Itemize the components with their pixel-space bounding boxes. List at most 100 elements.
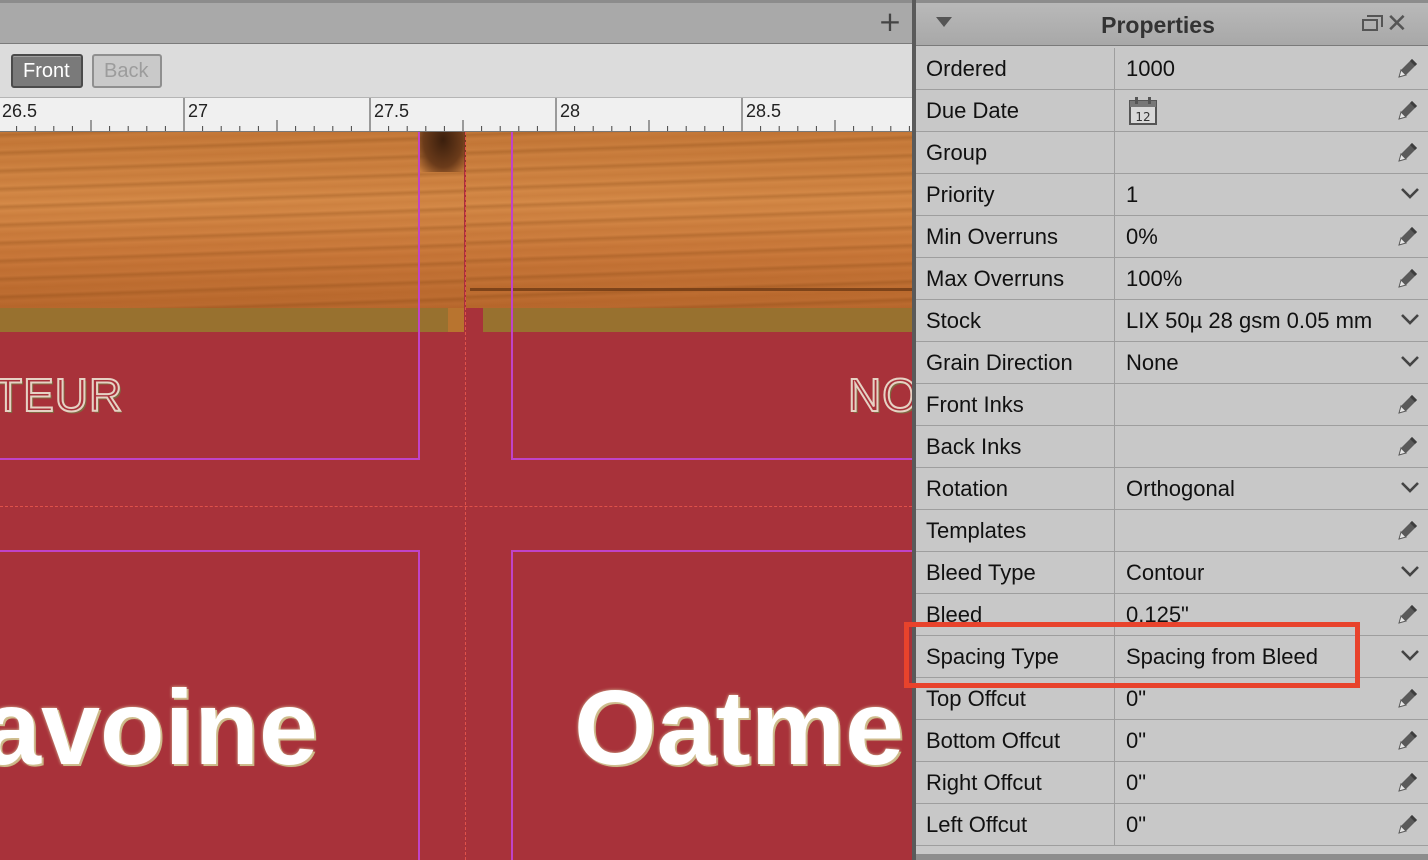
card-top-right[interactable] <box>511 132 912 460</box>
property-row-priority[interactable]: Priority 1 <box>916 174 1428 216</box>
chevron-down-icon[interactable] <box>1400 564 1420 578</box>
column-divider <box>1114 678 1115 719</box>
property-name: Due Date <box>926 98 1019 123</box>
column-divider <box>1114 468 1115 509</box>
property-name: Front Inks <box>926 392 1024 417</box>
pencil-edit-icon[interactable] <box>1396 434 1420 458</box>
pencil-edit-icon[interactable] <box>1396 812 1420 836</box>
column-divider <box>1114 216 1115 257</box>
chevron-down-icon[interactable] <box>1400 480 1420 494</box>
property-value[interactable]: Contour <box>1126 560 1204 586</box>
property-name: Back Inks <box>926 434 1022 459</box>
column-divider <box>1114 594 1115 635</box>
property-row-left-offcut[interactable]: Left Offcut 0" <box>916 804 1428 846</box>
property-value[interactable]: 0% <box>1126 224 1158 250</box>
property-name: Bottom Offcut <box>926 728 1061 753</box>
property-row-right-offcut[interactable]: Right Offcut 0" <box>916 762 1428 804</box>
property-name: Group <box>926 140 988 165</box>
property-name: Bleed <box>926 602 983 627</box>
pencil-edit-icon[interactable] <box>1396 728 1420 752</box>
strip-gap <box>448 308 464 332</box>
property-row-max-overruns[interactable]: Max Overruns 100% <box>916 258 1428 300</box>
property-row-top-offcut[interactable]: Top Offcut 0" <box>916 678 1428 720</box>
layout-canvas[interactable]: TEUR NO avoine Oatme <box>0 132 912 860</box>
pencil-edit-icon[interactable] <box>1396 770 1420 794</box>
property-name: Max Overruns <box>926 266 1065 291</box>
calendar-icon[interactable]: 12 <box>1128 96 1158 126</box>
property-value[interactable]: 0" <box>1126 770 1146 796</box>
property-name: Priority <box>926 182 995 207</box>
property-row-stock[interactable]: Stock LIX 50µ 28 gsm 0.05 mm <box>916 300 1428 342</box>
property-name: Right Offcut <box>926 770 1042 795</box>
pencil-edit-icon[interactable] <box>1396 518 1420 542</box>
property-row-front-inks[interactable]: Front Inks <box>916 384 1428 426</box>
property-row-group[interactable]: Group <box>916 132 1428 174</box>
property-row-grain-direction[interactable]: Grain Direction None <box>916 342 1428 384</box>
property-row-rotation[interactable]: Rotation Orthogonal <box>916 468 1428 510</box>
property-value[interactable]: Spacing from Bleed <box>1126 644 1318 670</box>
column-divider <box>1114 48 1115 89</box>
card-bottom-left[interactable] <box>0 550 420 860</box>
card-bottom-right[interactable] <box>511 550 912 860</box>
pencil-edit-icon[interactable] <box>1396 602 1420 626</box>
document-panel: + Front Back 26.5 27 27.5 28 28.5 TEUR NO av… <box>0 0 912 860</box>
ruler-label: 27 <box>188 101 208 121</box>
property-value[interactable]: 1000 <box>1126 56 1175 82</box>
card-top-left[interactable] <box>0 132 420 460</box>
pencil-edit-icon[interactable] <box>1396 98 1420 122</box>
property-value[interactable]: 0" <box>1126 686 1146 712</box>
pencil-edit-icon[interactable] <box>1396 140 1420 164</box>
property-row-min-overruns[interactable]: Min Overruns 0% <box>916 216 1428 258</box>
property-row-bleed-type[interactable]: Bleed Type Contour <box>916 552 1428 594</box>
column-divider <box>1114 384 1115 425</box>
property-value[interactable]: Orthogonal <box>1126 476 1235 502</box>
property-value[interactable]: None <box>1126 350 1179 376</box>
property-row-spacing-type[interactable]: Spacing Type Spacing from Bleed <box>916 636 1428 678</box>
chevron-down-icon[interactable] <box>1400 648 1420 662</box>
property-row-bottom-offcut[interactable]: Bottom Offcut 0" <box>916 720 1428 762</box>
column-divider <box>1114 636 1115 677</box>
pencil-edit-icon[interactable] <box>1396 266 1420 290</box>
properties-header: Properties ✕ <box>916 0 1428 46</box>
property-name: Ordered <box>926 56 1007 81</box>
pencil-edit-icon[interactable] <box>1396 686 1420 710</box>
property-row-bleed[interactable]: Bleed 0.125" <box>916 594 1428 636</box>
property-value[interactable]: 0" <box>1126 812 1146 838</box>
chevron-down-icon[interactable] <box>1400 354 1420 368</box>
property-row-due-date[interactable]: Due Date 12 <box>916 90 1428 132</box>
property-name: Bleed Type <box>926 560 1036 585</box>
ruler-ticks: 26.5 27 27.5 28 28.5 <box>2 98 910 131</box>
property-row-templates[interactable]: Templates <box>916 510 1428 552</box>
column-divider <box>1114 342 1115 383</box>
properties-table: Ordered 1000 Due Date 12 Group Priority 1 Min O… <box>916 48 1428 846</box>
chevron-down-icon[interactable] <box>1400 186 1420 200</box>
column-divider <box>1114 426 1115 467</box>
ruler-label: 26.5 <box>2 101 37 121</box>
property-row-back-inks[interactable]: Back Inks <box>916 426 1428 468</box>
property-name: Top Offcut <box>926 686 1026 711</box>
property-value[interactable]: 0.125" <box>1126 602 1189 628</box>
property-value[interactable]: 100% <box>1126 266 1182 292</box>
column-divider <box>1114 132 1115 173</box>
column-divider <box>1114 510 1115 551</box>
document-tab-bar: + <box>0 0 912 44</box>
ruler-label: 27.5 <box>374 101 409 121</box>
chevron-down-icon[interactable] <box>1400 312 1420 326</box>
property-row-ordered[interactable]: Ordered 1000 <box>916 48 1428 90</box>
pencil-edit-icon[interactable] <box>1396 224 1420 248</box>
property-value[interactable]: 1 <box>1126 182 1138 208</box>
property-value[interactable]: LIX 50µ 28 gsm 0.05 mm <box>1126 308 1372 334</box>
property-value[interactable]: 0" <box>1126 728 1146 754</box>
front-side-button[interactable]: Front <box>11 54 83 88</box>
properties-panel: Properties ✕ Ordered 1000 Due Date 12 Group P… <box>912 0 1428 860</box>
close-icon[interactable]: ✕ <box>1386 9 1408 39</box>
side-toolbar: Front Back <box>0 44 912 98</box>
property-name: Min Overruns <box>926 224 1059 249</box>
plus-icon[interactable]: + <box>878 8 902 36</box>
column-divider <box>1114 258 1115 299</box>
pencil-edit-icon[interactable] <box>1396 392 1420 416</box>
back-side-button[interactable]: Back <box>92 54 162 88</box>
pencil-edit-icon[interactable] <box>1396 56 1420 80</box>
float-window-icon[interactable] <box>1362 15 1383 31</box>
column-divider <box>1114 720 1115 761</box>
